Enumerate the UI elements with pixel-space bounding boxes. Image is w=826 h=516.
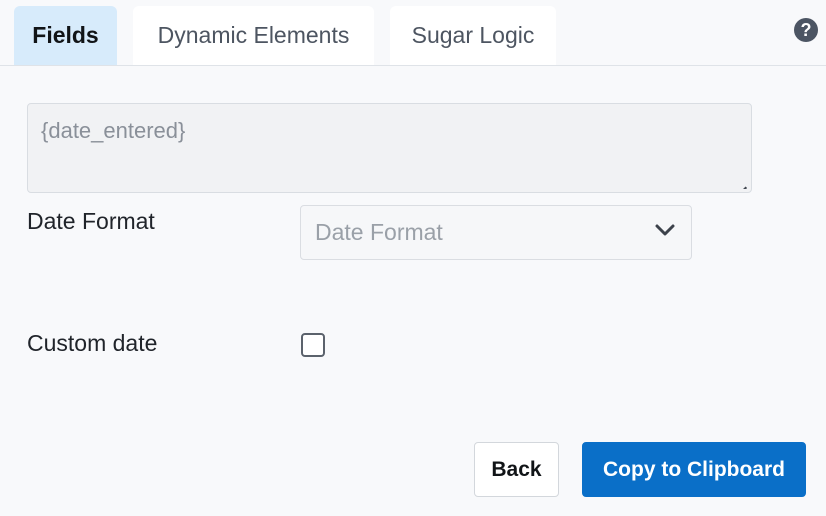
tab-fields[interactable]: Fields <box>14 6 117 65</box>
tab-sugar-logic[interactable]: Sugar Logic <box>390 6 556 65</box>
field-preview-value: {date_entered} <box>41 118 186 143</box>
custom-date-label: Custom date <box>27 330 158 356</box>
date-format-placeholder: Date Format <box>315 219 443 245</box>
copy-to-clipboard-button[interactable]: Copy to Clipboard <box>582 442 806 497</box>
date-format-label: Date Format <box>27 208 155 234</box>
field-preview-textarea[interactable]: {date_entered} <box>27 103 752 193</box>
custom-date-checkbox[interactable] <box>301 333 325 357</box>
help-icon[interactable]: ? <box>794 18 818 42</box>
tab-dynamic-elements[interactable]: Dynamic Elements <box>133 6 374 65</box>
chevron-down-icon <box>655 224 675 236</box>
resize-handle-icon[interactable] <box>734 175 748 189</box>
tab-bar: Fields Dynamic Elements Sugar Logic <box>0 0 826 66</box>
date-format-select[interactable]: Date Format <box>300 205 692 260</box>
back-button[interactable]: Back <box>474 442 559 497</box>
